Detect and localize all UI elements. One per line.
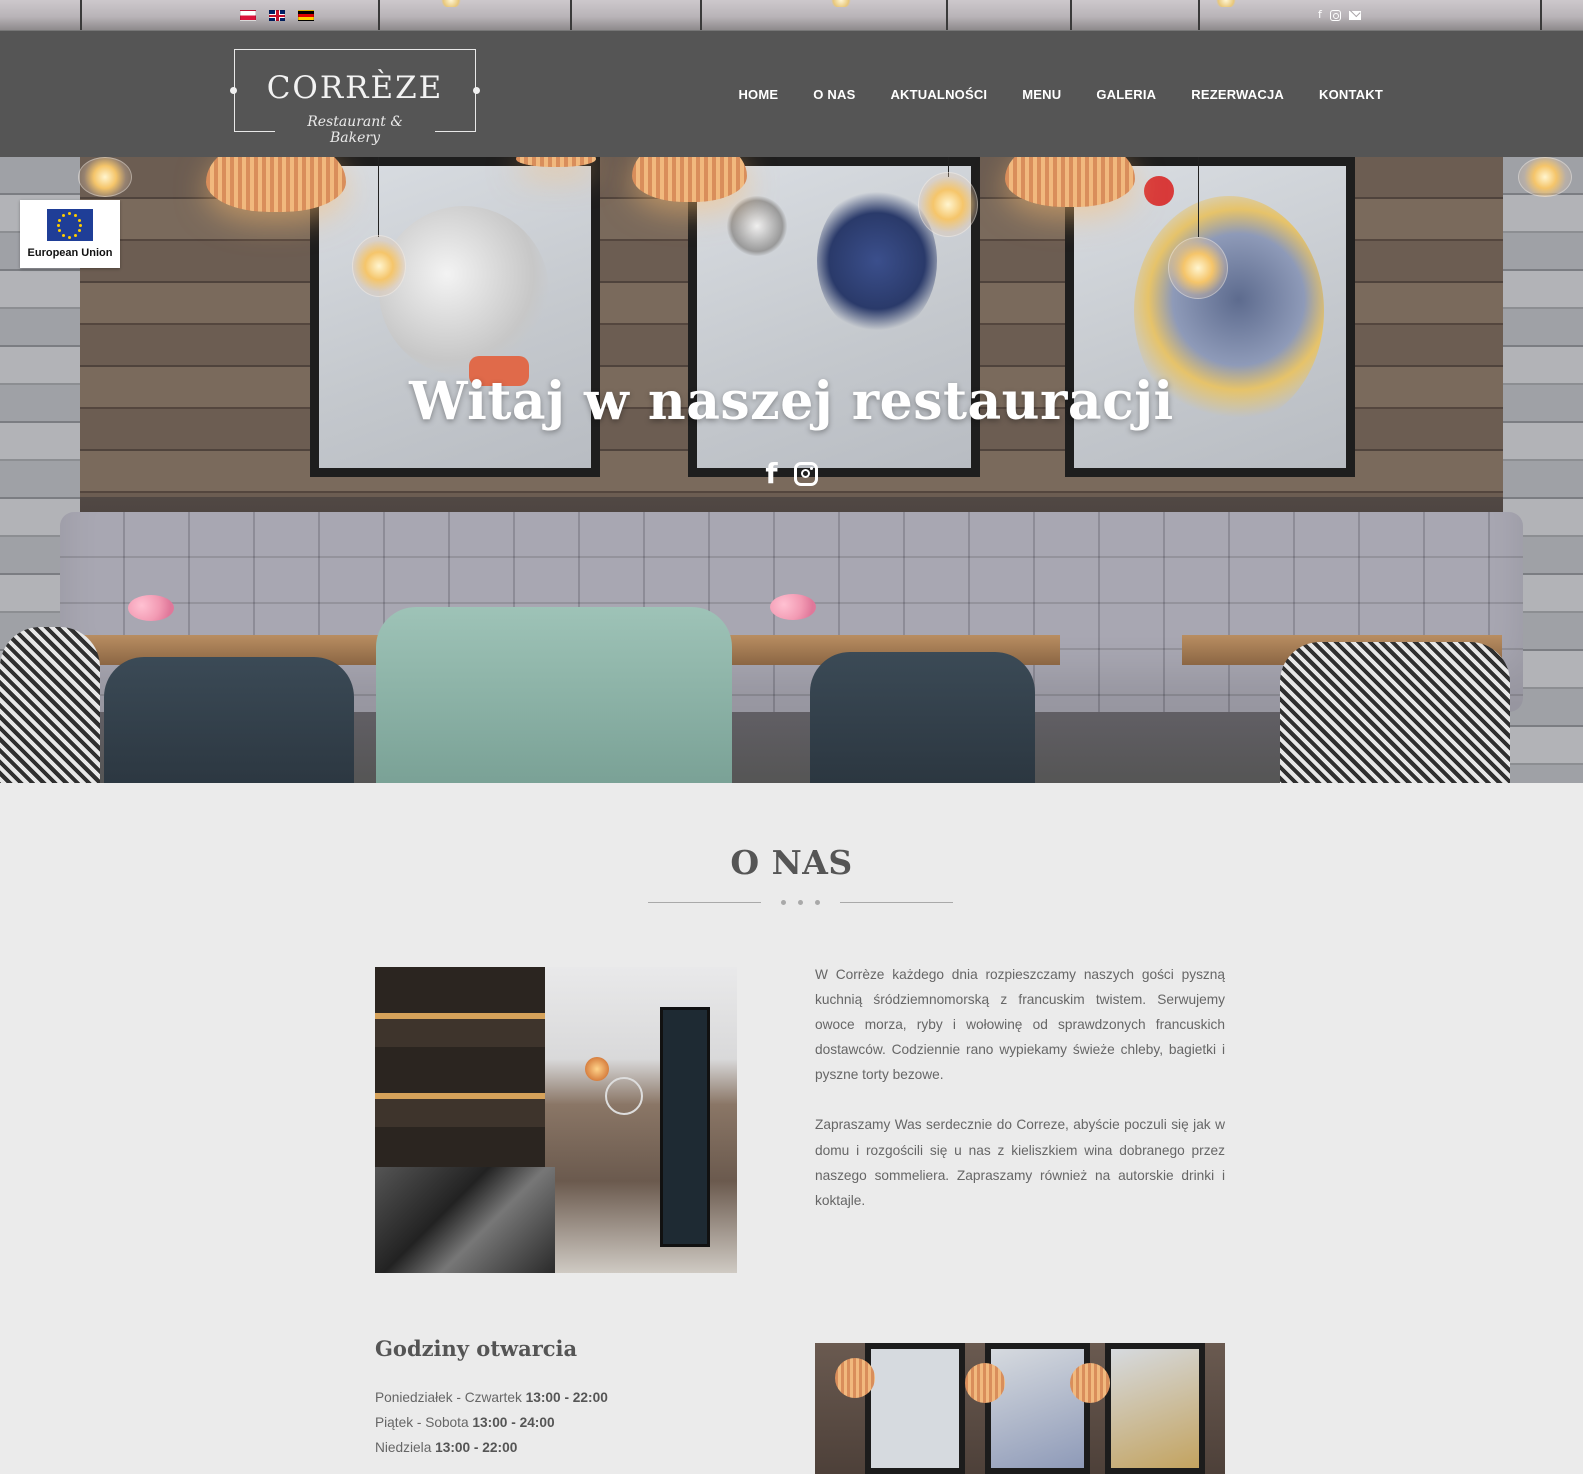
- eu-flag-icon: [47, 209, 93, 241]
- ceiling-beam: [80, 0, 82, 30]
- chair-green: [376, 607, 732, 783]
- nav-rezerwacja[interactable]: REZERWACJA: [1191, 87, 1284, 102]
- logo-name: CORRÈZE: [266, 70, 444, 106]
- hero-banner: Witaj w naszej restauracji f European Un…: [0, 157, 1583, 783]
- hero-social-links: f: [0, 460, 1583, 488]
- ceiling-beam: [1070, 0, 1072, 30]
- nav-home[interactable]: HOME: [738, 87, 778, 102]
- facebook-icon[interactable]: f: [765, 460, 777, 488]
- pendant-lamp: [206, 157, 346, 212]
- pendant-lamp: [632, 157, 747, 202]
- photo-dining-room: [815, 1343, 1225, 1474]
- ceiling-beam: [946, 0, 948, 30]
- glass-bulb: [78, 157, 132, 197]
- flag-de-icon[interactable]: [298, 10, 314, 21]
- flag-pl-icon[interactable]: [240, 10, 256, 21]
- ceiling-beam: [378, 0, 380, 30]
- hours-row: Piątek - Sobota 13:00 - 24:00: [375, 1410, 608, 1435]
- language-switcher: [240, 10, 314, 21]
- hero-title: Witaj w naszej restauracji: [409, 371, 1174, 432]
- pendant-lamp: [1005, 157, 1135, 207]
- ceiling-beam: [700, 0, 702, 30]
- flower-vase: [770, 594, 816, 620]
- about-paragraph: W Corrèze każdego dnia rozpieszczamy nas…: [815, 967, 1225, 1083]
- hours-days: Piątek - Sobota: [375, 1415, 469, 1430]
- chair-houndstooth: [0, 627, 100, 783]
- hours-time: 13:00 - 24:00: [472, 1415, 555, 1430]
- flag-en-icon[interactable]: [269, 10, 285, 21]
- about-text: W Corrèze każdego dnia rozpieszczamy nas…: [815, 962, 1225, 1213]
- hours-time: 13:00 - 22:00: [435, 1440, 518, 1455]
- photo-bakery-interior: [375, 967, 737, 1273]
- eu-badge[interactable]: European Union: [20, 200, 120, 268]
- nav-aktualnosci[interactable]: AKTUALNOŚCI: [890, 87, 987, 102]
- ceiling-light: [830, 0, 852, 7]
- glass-bulb: [918, 172, 978, 237]
- ceiling-light: [440, 0, 462, 7]
- glass-bulb: [1168, 237, 1228, 299]
- site-logo[interactable]: CORRÈZE Restaurant & Bakery: [230, 49, 480, 146]
- nav-o-nas[interactable]: O NAS: [813, 87, 855, 102]
- main-nav: HOME O NAS AKTUALNOŚCI MENU GALERIA REZE…: [703, 87, 1383, 102]
- site-header: CORRÈZE Restaurant & Bakery HOME O NAS A…: [0, 30, 1583, 157]
- flower-vase: [128, 595, 174, 621]
- logo-tagline: Restaurant & Bakery: [275, 114, 435, 146]
- chair-dark: [810, 652, 1035, 783]
- hours-days: Poniedziałek - Czwartek: [375, 1390, 522, 1405]
- ceiling-beam: [1198, 0, 1200, 30]
- section-title-o-nas: O NAS: [730, 843, 853, 882]
- nav-menu[interactable]: MENU: [1022, 87, 1061, 102]
- ceiling-light: [1215, 0, 1237, 7]
- hours-row: Poniedziałek - Czwartek 13:00 - 22:00: [375, 1385, 608, 1410]
- top-social-links: f: [1318, 9, 1361, 21]
- opening-hours: Poniedziałek - Czwartek 13:00 - 22:00 Pi…: [375, 1385, 608, 1460]
- eu-badge-label: European Union: [27, 247, 113, 259]
- opening-hours-title: Godziny otwarcia: [375, 1336, 578, 1361]
- ceiling-beam: [1540, 0, 1542, 30]
- instagram-icon[interactable]: [1329, 9, 1341, 21]
- instagram-icon[interactable]: [793, 462, 818, 486]
- chair-houndstooth: [1280, 642, 1510, 783]
- about-paragraph: Zapraszamy Was serdecznie do Correze, ab…: [815, 1117, 1225, 1208]
- hours-row: Niedziela 13:00 - 22:00: [375, 1435, 608, 1460]
- facebook-icon[interactable]: f: [1318, 9, 1322, 21]
- glass-bulb: [1518, 157, 1572, 197]
- glass-bulb: [352, 235, 406, 297]
- mail-icon[interactable]: [1348, 10, 1361, 20]
- hours-time: 13:00 - 22:00: [525, 1390, 608, 1405]
- section-divider: [648, 900, 953, 910]
- hours-days: Niedziela: [375, 1440, 432, 1455]
- ceiling-beam: [570, 0, 572, 30]
- nav-kontakt[interactable]: KONTAKT: [1319, 87, 1383, 102]
- nav-galeria[interactable]: GALERIA: [1096, 87, 1156, 102]
- chair-dark: [104, 657, 354, 783]
- top-bar: f: [0, 0, 1583, 30]
